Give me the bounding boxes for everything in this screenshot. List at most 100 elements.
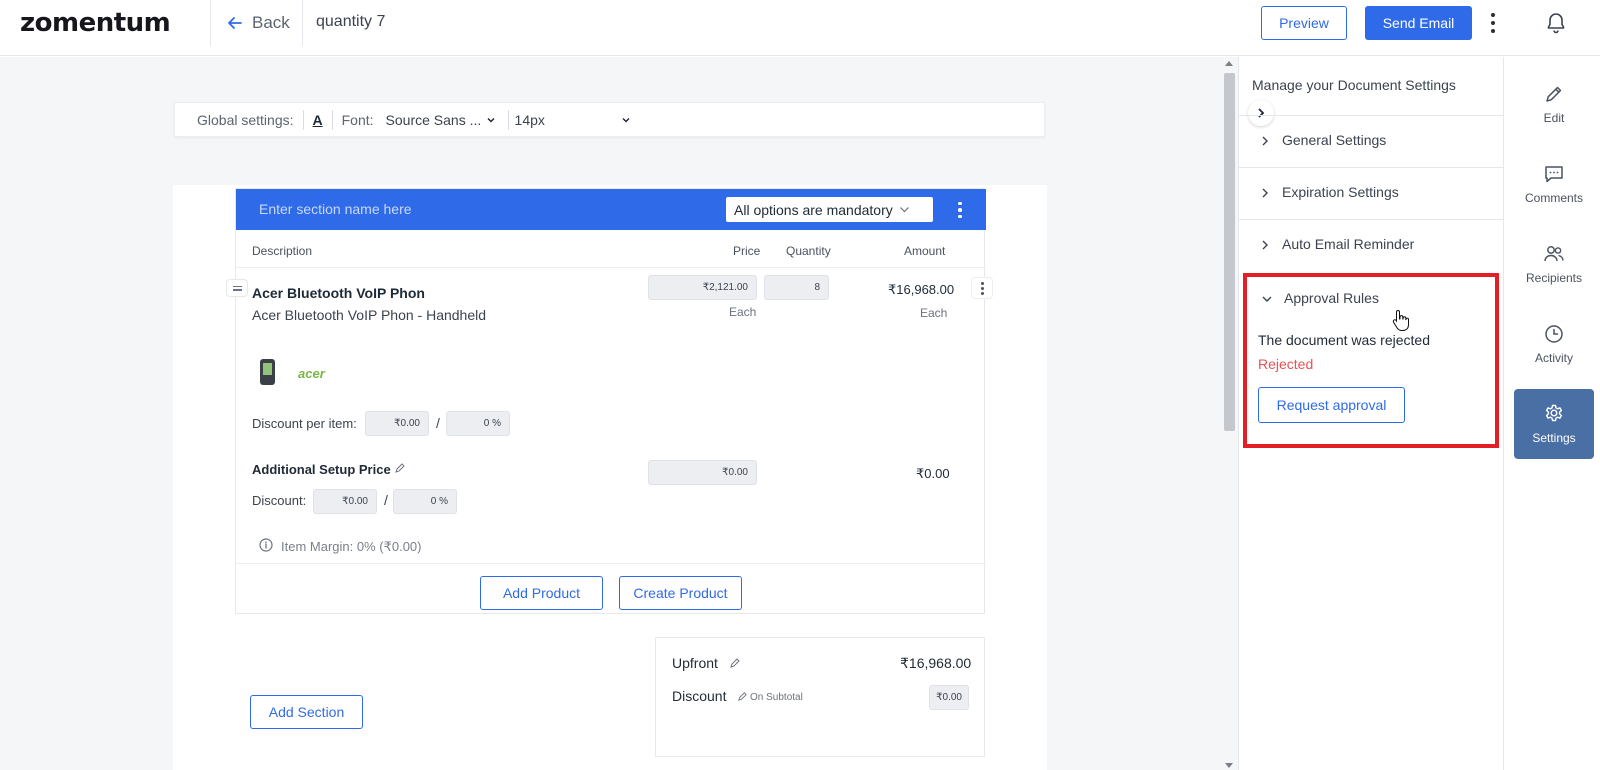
font-label: Font: — [341, 111, 374, 128]
quantity-input[interactable]: 8 — [764, 275, 829, 300]
divider — [210, 0, 211, 46]
setup-discount-percent-input[interactable]: 0 % — [393, 489, 457, 514]
add-product-button[interactable]: Add Product — [480, 576, 603, 610]
chevron-right-icon — [1262, 136, 1268, 146]
clock-icon — [1545, 325, 1563, 343]
gear-icon — [1545, 404, 1563, 422]
item-margin: Item Margin: 0% (₹0.00) — [281, 539, 422, 554]
users-icon — [1544, 246, 1564, 262]
discount-sub-label: On Subtotal — [750, 692, 803, 703]
section-more-icon[interactable] — [957, 200, 963, 220]
scroll-down-icon[interactable] — [1225, 763, 1233, 768]
back-label: Back — [252, 13, 290, 32]
product-amount: ₹16,968.00 — [888, 282, 955, 297]
document-title[interactable]: quantity 7 — [316, 13, 385, 31]
product-image — [260, 359, 275, 385]
add-section-button[interactable]: Add Section — [250, 695, 363, 729]
rail-item-label: Edit — [1543, 111, 1565, 125]
approval-rules-title[interactable]: Approval Rules — [1284, 290, 1379, 306]
chevron-right-icon — [1262, 240, 1268, 250]
accordion-auto-email-reminder[interactable]: Auto Email Reminder — [1239, 219, 1503, 271]
rail-item-label: Recipients — [1525, 271, 1583, 285]
column-header-amount: Amount — [904, 244, 946, 258]
divider — [236, 563, 986, 564]
section-header: Enter section name here All options are … — [236, 189, 986, 230]
accordion-expiration-settings[interactable]: Expiration Settings — [1239, 167, 1503, 219]
accordion-label: Auto Email Reminder — [1282, 236, 1415, 252]
font-select[interactable]: Source Sans ... — [386, 112, 496, 128]
rail-item-recipients[interactable]: Recipients — [1514, 229, 1594, 299]
row-more-icon[interactable] — [971, 277, 993, 299]
create-product-button[interactable]: Create Product — [619, 576, 742, 610]
accordion-general-settings[interactable]: General Settings — [1239, 115, 1503, 167]
product-description[interactable]: Acer Bluetooth VoIP Phon - Handheld — [252, 307, 486, 323]
rail-item-label: Activity — [1534, 351, 1573, 365]
section-option-value: All options are mandatory — [734, 201, 893, 218]
accordion-label: General Settings — [1282, 132, 1387, 148]
divider — [302, 0, 303, 46]
chevron-down-icon — [487, 117, 495, 123]
pencil-icon[interactable] — [729, 657, 741, 669]
more-options-icon[interactable] — [1485, 10, 1501, 36]
scrollbar[interactable] — [1220, 57, 1238, 770]
divider — [331, 109, 333, 130]
rail-item-settings[interactable]: Settings — [1514, 389, 1594, 459]
price-input[interactable]: ₹2,121.00 — [648, 275, 757, 300]
approval-message: The document was rejected — [1258, 332, 1430, 348]
discount-amount-input[interactable]: ₹0.00 — [365, 411, 429, 436]
amount-unit: Each — [920, 306, 948, 320]
product-name[interactable]: Acer Bluetooth VoIP Phon — [252, 285, 425, 301]
setup-discount-label: Discount: — [252, 493, 307, 508]
pencil-icon[interactable] — [394, 462, 406, 474]
chevron-down-icon — [899, 207, 909, 213]
pencil-icon[interactable] — [737, 691, 748, 702]
discount-label: Discount — [672, 688, 727, 704]
setup-amount: ₹0.00 — [916, 466, 950, 481]
column-header-price: Price — [733, 244, 761, 258]
font-size-value: 14px — [514, 111, 545, 128]
chevron-down-icon[interactable] — [1261, 293, 1273, 305]
bell-icon[interactable] — [1544, 11, 1568, 35]
comment-icon — [1545, 166, 1563, 183]
rail-item-activity[interactable]: Activity — [1514, 309, 1594, 379]
arrow-left-icon — [228, 17, 242, 29]
scrollbar-thumb[interactable] — [1224, 73, 1235, 431]
text-color-button[interactable]: A — [313, 112, 323, 128]
brand-logo: acer — [298, 366, 325, 381]
pricing-section: Enter section name here All options are … — [226, 188, 993, 614]
totals-card: Upfront ₹16,968.00 Discount On Subtotal … — [655, 637, 985, 757]
zomentum-logo[interactable]: zomentum — [20, 8, 171, 38]
approval-rules-section: Approval Rules The document was rejected… — [1243, 273, 1499, 448]
divider — [302, 109, 304, 130]
chevron-right-icon — [1262, 188, 1268, 198]
setup-discount-amount-input[interactable]: ₹0.00 — [313, 489, 377, 514]
drag-handle-icon[interactable] — [226, 279, 248, 297]
section-option-select[interactable]: All options are mandatory — [726, 197, 933, 222]
global-settings-bar: Global settings: A Font: Source Sans ...… — [174, 102, 1045, 137]
discount-percent-input[interactable]: 0 % — [446, 411, 510, 436]
font-select-value: Source Sans ... — [385, 111, 482, 128]
panel-title: Manage your Document Settings — [1252, 77, 1456, 93]
separator-slash: / — [436, 415, 440, 431]
global-settings-label: Global settings: — [197, 111, 294, 128]
section-name-input[interactable]: Enter section name here — [259, 201, 412, 217]
pencil-icon — [1546, 86, 1562, 102]
additional-setup-price-label: Additional Setup Price — [252, 462, 391, 477]
setup-price-input[interactable]: ₹0.00 — [648, 460, 757, 485]
discount-per-item-label: Discount per item: — [252, 416, 357, 431]
rail-item-label: Comments — [1524, 191, 1583, 205]
separator-slash: / — [384, 492, 388, 508]
rail-item-comments[interactable]: Comments — [1514, 149, 1594, 219]
scroll-up-icon[interactable] — [1225, 61, 1233, 66]
preview-button[interactable]: Preview — [1261, 6, 1347, 40]
rail-item-edit[interactable]: Edit — [1514, 69, 1594, 139]
divider — [236, 267, 986, 268]
send-email-button[interactable]: Send Email — [1365, 6, 1472, 40]
approval-status: Rejected — [1258, 356, 1314, 372]
font-size-select[interactable]: 14px — [515, 112, 631, 128]
discount-value-input[interactable]: ₹0.00 — [929, 685, 969, 710]
upfront-value: ₹16,968.00 — [900, 655, 972, 671]
back-button[interactable]: Back — [226, 11, 290, 35]
right-rail: Edit Comments Recipients Activity Settin… — [1503, 57, 1600, 770]
request-approval-button[interactable]: Request approval — [1258, 387, 1405, 423]
